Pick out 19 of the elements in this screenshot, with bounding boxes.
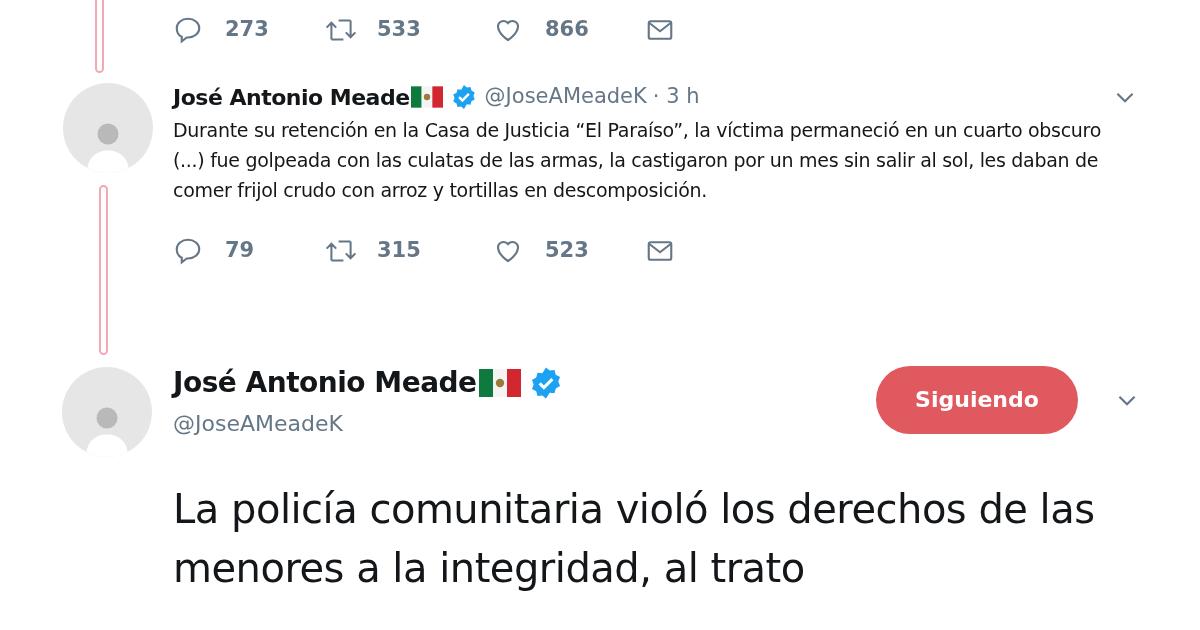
tweet-text: Durante su retención en la Casa de Justicia “El Paraíso”, la víctima permaneció en un cuarto obscuro (...) fue golpeada con las culatas de las armas, la castigaron por un mes sin salir al sol, les daban de comer frijol crudo con arroz y tortillas en descomposición. bbox=[173, 118, 1103, 203]
reply-icon[interactable] bbox=[173, 15, 203, 45]
reply-icon[interactable] bbox=[173, 236, 203, 266]
following-button[interactable]: Siguiendo bbox=[876, 365, 1078, 434]
tweet-text: La policía comunitaria violó los derechos de las menores a la integridad, al trato bbox=[173, 485, 1096, 593]
retweet-count: 533 bbox=[377, 16, 421, 44]
author-name[interactable]: José Antonio Meade bbox=[173, 80, 410, 114]
like-count: 523 bbox=[545, 237, 589, 265]
flag-icon bbox=[410, 86, 443, 108]
reply-count: 273 bbox=[225, 16, 269, 44]
reply-count: 79 bbox=[225, 237, 255, 265]
like-count: 866 bbox=[545, 16, 589, 44]
retweet-count: 315 bbox=[377, 237, 421, 265]
author-handle[interactable]: @JoseAMeadeK bbox=[173, 407, 876, 440]
tweet-time[interactable]: · 3 h bbox=[652, 81, 700, 113]
author-name[interactable]: José Antonio Meade bbox=[173, 362, 477, 404]
author-handle[interactable]: @JoseAMeadeK bbox=[484, 81, 647, 113]
flag-icon bbox=[478, 368, 521, 398]
verified-badge-icon bbox=[450, 84, 477, 110]
